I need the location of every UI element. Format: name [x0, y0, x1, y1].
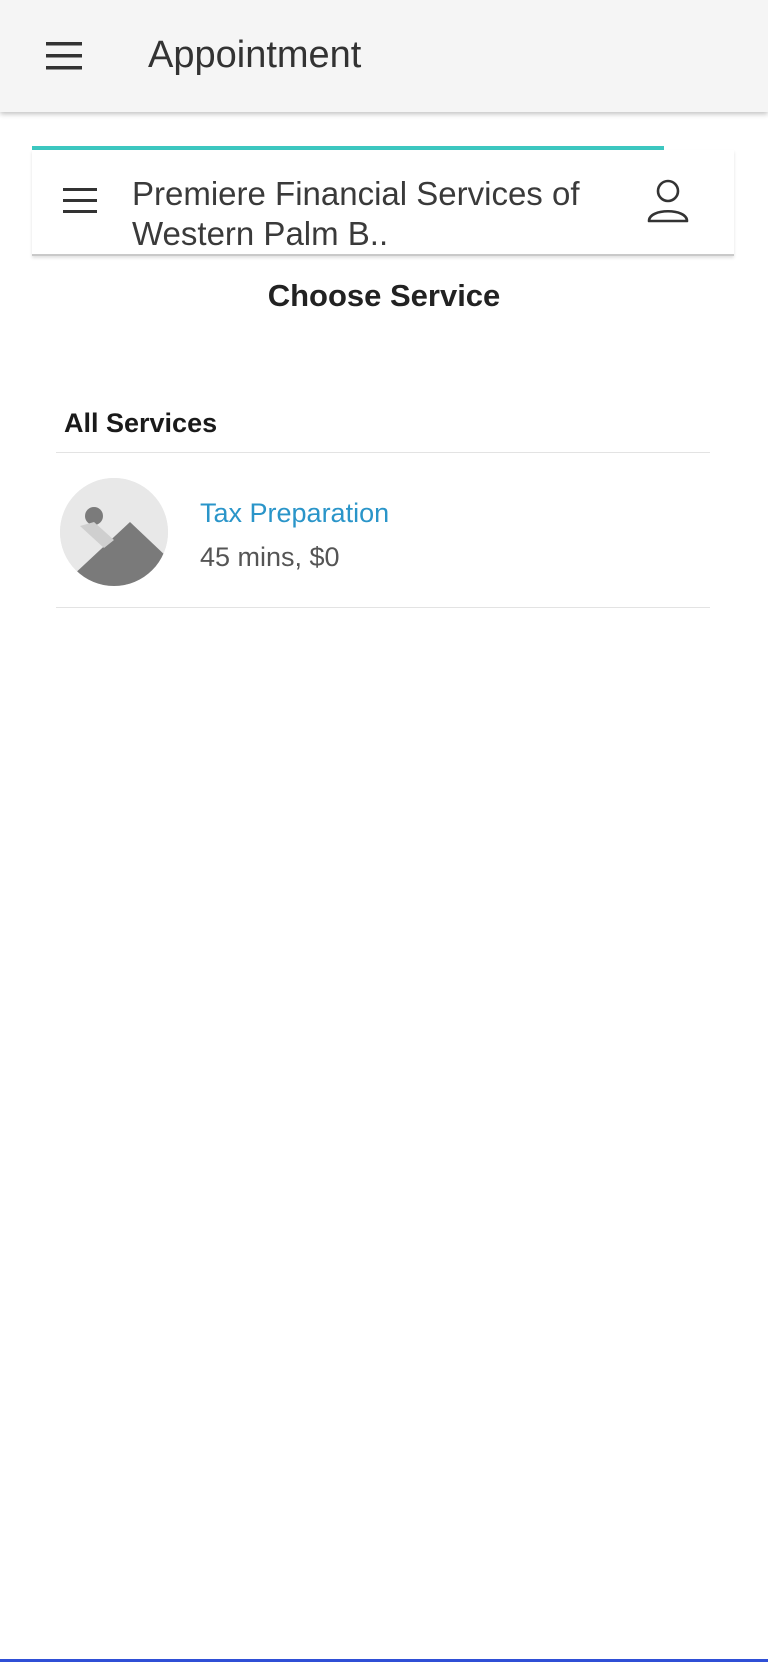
user-profile-icon[interactable] [646, 178, 690, 224]
business-name: Premiere Financial Services of Western P… [132, 175, 580, 252]
hamburger-menu-icon[interactable] [44, 38, 84, 74]
app-title: Appointment [148, 34, 362, 76]
image-placeholder-icon [60, 478, 168, 586]
business-header: Premiere Financial Services of Western P… [32, 150, 734, 256]
services-group-label: All Services [64, 408, 218, 438]
service-duration-price: 45 mins, $0 [200, 542, 340, 572]
divider [56, 452, 710, 453]
service-item-tax-preparation[interactable]: Tax Preparation 45 mins, $0 [56, 466, 710, 606]
service-name[interactable]: Tax Preparation [200, 498, 389, 529]
hamburger-menu-icon[interactable] [62, 186, 98, 216]
app-bar: Appointment [0, 0, 768, 112]
page-title: Choose Service [267, 278, 501, 313]
divider [56, 607, 710, 608]
